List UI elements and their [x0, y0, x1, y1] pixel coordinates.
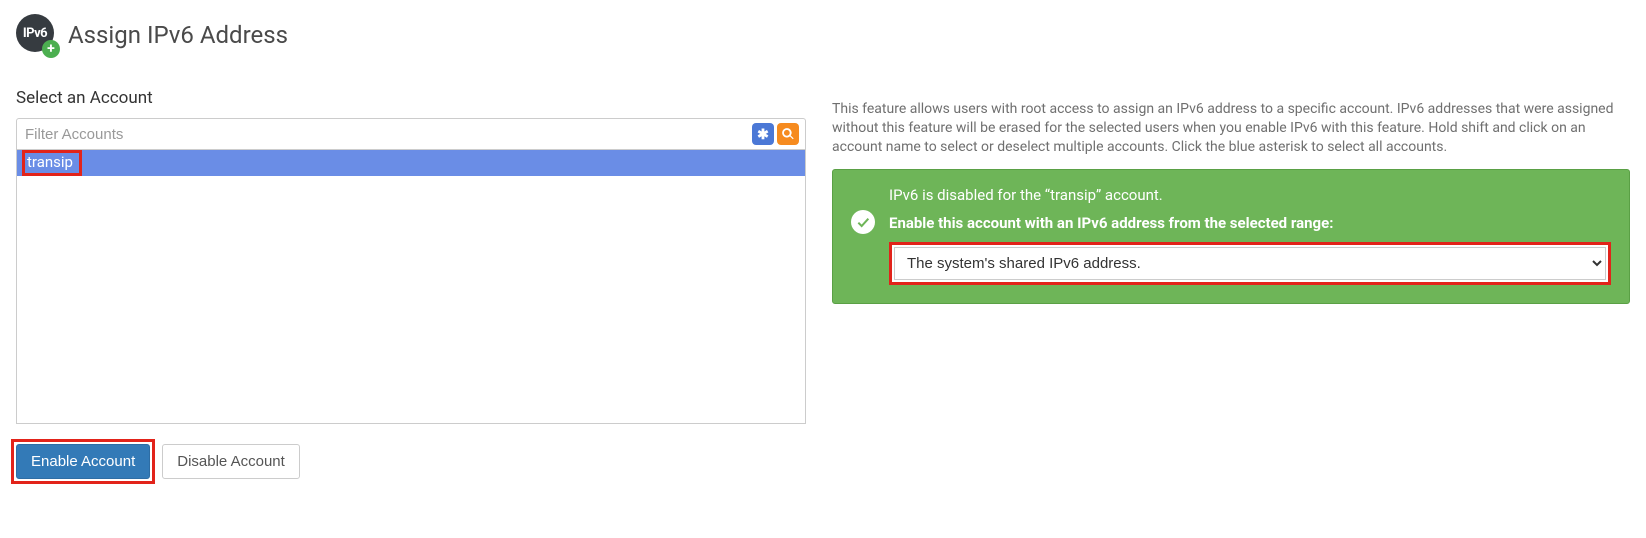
- select-all-asterisk-icon[interactable]: ✱: [752, 123, 774, 145]
- enable-button-highlight: Enable Account: [11, 439, 155, 484]
- ipv6-enable-prompt: Enable this account with an IPv6 address…: [889, 214, 1611, 232]
- account-item-transip[interactable]: transip: [17, 150, 805, 176]
- ipv6-status-text: IPv6 is disabled for the “transip” accou…: [889, 186, 1611, 204]
- plus-badge-icon: +: [42, 40, 60, 58]
- ipv6-range-select[interactable]: The system's shared IPv6 address.: [894, 247, 1606, 280]
- select-account-label: Select an Account: [16, 88, 806, 108]
- page-header: IPv6 + Assign IPv6 Address: [16, 14, 1630, 56]
- left-column: Select an Account ✱ transip Enable Accou…: [16, 88, 806, 479]
- account-action-buttons: Enable Account Disable Account: [16, 444, 806, 479]
- filter-accounts-input[interactable]: [23, 124, 749, 145]
- search-icon[interactable]: [777, 123, 799, 145]
- check-circle-icon: [851, 210, 875, 234]
- accounts-list[interactable]: transip: [16, 149, 806, 424]
- feature-help-text: This feature allows users with root acce…: [832, 100, 1630, 157]
- ipv6-assign-icon: IPv6 +: [16, 14, 58, 56]
- filter-row: ✱: [16, 118, 806, 149]
- account-item-label: transip: [22, 150, 82, 176]
- ipv6-status-panel: IPv6 is disabled for the “transip” accou…: [832, 169, 1630, 304]
- right-column: This feature allows users with root acce…: [832, 88, 1630, 304]
- page-title: Assign IPv6 Address: [68, 21, 288, 49]
- enable-account-button[interactable]: Enable Account: [16, 444, 150, 479]
- disable-account-button[interactable]: Disable Account: [162, 444, 300, 479]
- range-select-highlight: The system's shared IPv6 address.: [889, 242, 1611, 285]
